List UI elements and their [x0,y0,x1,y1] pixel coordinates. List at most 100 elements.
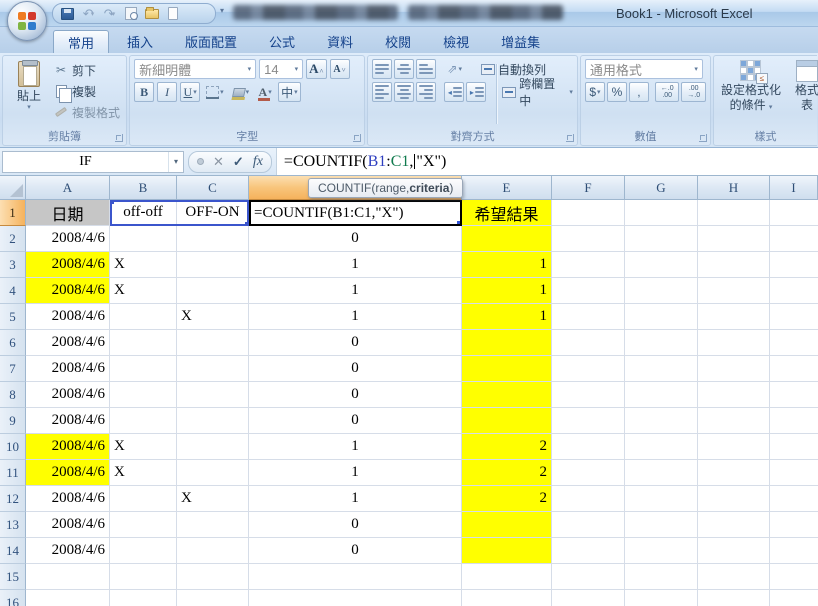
tab-insert[interactable]: 插入 [113,30,167,53]
row-header-11[interactable]: 11 [0,460,26,486]
row-header-15[interactable]: 15 [0,564,26,590]
cell-d4[interactable]: 1 [249,278,462,304]
cell-d15[interactable] [249,564,462,590]
tab-data[interactable]: 資料 [313,30,367,53]
cell[interactable] [770,460,818,486]
cell[interactable] [698,512,770,538]
comma-format-button[interactable]: , [628,82,649,102]
cell-d2[interactable]: 0 [249,226,462,252]
cell-a10[interactable]: 2008/4/6 [26,434,110,460]
cell-b13[interactable] [110,512,177,538]
cell[interactable] [625,278,698,304]
cell-b14[interactable] [110,538,177,564]
cell-c8[interactable] [177,382,249,408]
font-name-select[interactable]: 新細明體 ▾ [134,59,257,79]
cell-b1[interactable]: off-off [110,200,177,226]
cell[interactable] [625,226,698,252]
cell[interactable] [552,200,625,226]
cell-e1[interactable]: 希望結果 [462,200,552,226]
cell[interactable] [625,408,698,434]
cell-d16[interactable] [249,590,462,606]
cell[interactable] [770,512,818,538]
cell[interactable] [698,434,770,460]
cell-c2[interactable] [177,226,249,252]
cell-b8[interactable] [110,382,177,408]
cell[interactable] [625,200,698,226]
cell-c1[interactable]: OFF-ON [177,200,249,226]
column-header-i[interactable]: I [770,176,818,200]
cell-b2[interactable] [110,226,177,252]
cell-e16[interactable] [462,590,552,606]
cell[interactable] [552,304,625,330]
column-header-b[interactable]: B [110,176,177,200]
cell[interactable] [770,382,818,408]
cell[interactable] [552,460,625,486]
cell-d13[interactable]: 0 [249,512,462,538]
cell-d1-editing[interactable]: =COUNTIF(B1:C1,"X") [249,200,462,226]
cell[interactable] [625,330,698,356]
italic-button[interactable]: I [157,82,178,102]
merge-center-dropdown-icon[interactable]: ▾ [569,89,573,96]
cut-button[interactable]: ✂ 剪下 [51,60,122,80]
cell-a16[interactable] [26,590,110,606]
currency-dropdown-icon[interactable]: ▾ [597,89,601,96]
cell-d12[interactable]: 1 [249,486,462,512]
cell-e6[interactable] [462,330,552,356]
align-middle-button[interactable] [394,59,415,79]
row-header-2[interactable]: 2 [0,226,26,252]
cell-b5[interactable] [110,304,177,330]
cell[interactable] [698,486,770,512]
cell[interactable] [698,460,770,486]
tab-addins[interactable]: 增益集 [487,30,554,53]
cell-b3[interactable]: X [110,252,177,278]
row-header-10[interactable]: 10 [0,434,26,460]
cell-a14[interactable]: 2008/4/6 [26,538,110,564]
cell-d8[interactable]: 0 [249,382,462,408]
cell-b6[interactable] [110,330,177,356]
grow-font-button[interactable]: A [306,59,327,79]
row-header-7[interactable]: 7 [0,356,26,382]
cell[interactable] [770,278,818,304]
cell-e13[interactable] [462,512,552,538]
cell-d3[interactable]: 1 [249,252,462,278]
number-dialog-launcher-icon[interactable] [699,134,707,142]
cell[interactable] [770,200,818,226]
cell[interactable] [552,408,625,434]
row-header-1[interactable]: 1 [0,200,26,226]
cell-e9[interactable] [462,408,552,434]
cell[interactable] [552,356,625,382]
cell[interactable] [552,590,625,606]
cell[interactable] [698,226,770,252]
cell-c4[interactable] [177,278,249,304]
undo-button[interactable]: ↶ ▾ [80,6,97,22]
cell[interactable] [552,564,625,590]
column-header-e[interactable]: E [462,176,552,200]
percent-format-button[interactable]: % [606,82,627,102]
row-header-12[interactable]: 12 [0,486,26,512]
number-format-select[interactable]: 通用格式 ▾ [584,59,703,79]
cell-c9[interactable] [177,408,249,434]
font-dialog-launcher-icon[interactable] [353,134,362,142]
font-size-select[interactable]: 14 ▾ [259,59,304,79]
cell[interactable] [698,278,770,304]
cell-b9[interactable] [110,408,177,434]
cell[interactable] [698,408,770,434]
cell[interactable] [698,304,770,330]
cell-d10[interactable]: 1 [249,434,462,460]
tab-review[interactable]: 校閱 [371,30,425,53]
cell-a11[interactable]: 2008/4/6 [26,460,110,486]
cell-c11[interactable] [177,460,249,486]
cell[interactable] [770,590,818,606]
cell-c5[interactable]: X [177,304,249,330]
cell-e4[interactable]: 1 [462,278,552,304]
cell-e8[interactable] [462,382,552,408]
paste-dropdown-icon[interactable]: ▾ [27,104,31,111]
cell[interactable] [770,356,818,382]
print-preview-button[interactable] [122,6,139,22]
cell-c7[interactable] [177,356,249,382]
decrease-decimal-button[interactable]: .00 →.0 [681,82,706,102]
cell[interactable] [625,564,698,590]
enter-button[interactable]: ✓ [233,154,244,170]
cell-e14[interactable] [462,538,552,564]
cell[interactable] [625,486,698,512]
